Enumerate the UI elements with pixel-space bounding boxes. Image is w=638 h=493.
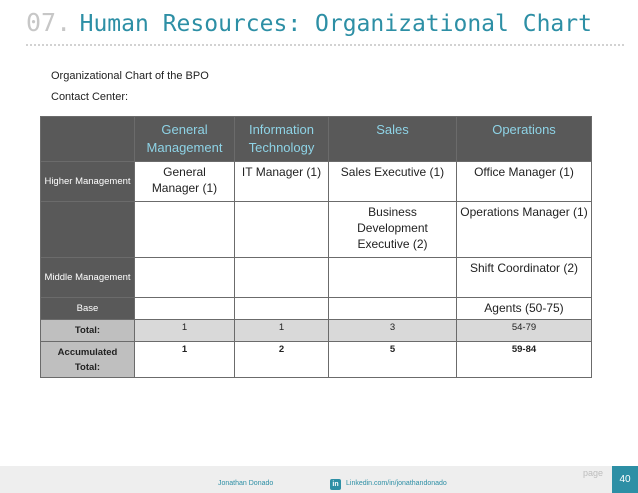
column-header: Operations (456, 116, 592, 162)
row-label: Middle Management (40, 257, 135, 298)
table-cell: Agents (50-75) (456, 297, 592, 320)
total-label: Total: (40, 319, 135, 342)
total-cell: 3 (328, 319, 457, 342)
table-cell: IT Manager (1) (234, 161, 329, 202)
table-cell (234, 257, 329, 298)
table-cell (234, 297, 329, 320)
linkedin-link[interactable]: Linkedin.com/in/jonathandonado (346, 480, 447, 487)
table-cell: Sales Executive (1) (328, 161, 457, 202)
table-cell (328, 257, 457, 298)
table-cell: Business Development Executive (2) (328, 201, 457, 258)
accumulated-cell: 1 (134, 341, 235, 378)
subtitle-line-1: Organizational Chart of the BPO (51, 70, 209, 82)
footer: Jonathan Donado in Linkedin.com/in/jonat… (0, 466, 638, 493)
table-cell (134, 297, 235, 320)
total-cell: 1 (134, 319, 235, 342)
row-label: Higher Management (40, 161, 135, 202)
row-label (40, 201, 135, 258)
table-row: Base Agents (50-75) (40, 297, 592, 320)
accumulated-label: Accumulated Total: (40, 341, 135, 378)
accumulated-cell: 59-84 (456, 341, 592, 378)
table-row: Business Development Executive (2) Opera… (40, 201, 592, 258)
row-label: Base (40, 297, 135, 320)
table-row: Middle Management Shift Coordinator (2) (40, 257, 592, 298)
header-corner (40, 116, 135, 162)
accumulated-row: Accumulated Total: 1 2 5 59-84 (40, 341, 592, 378)
column-header: Sales (328, 116, 457, 162)
table-cell: General Manager (1) (134, 161, 235, 202)
subtitle-line-2: Contact Center: (51, 91, 129, 103)
table-row: Higher Management General Manager (1) IT… (40, 161, 592, 202)
table-header-row: General Management Information Technolog… (40, 116, 592, 162)
table-cell: Office Manager (1) (456, 161, 592, 202)
page-number: 40 (612, 466, 638, 493)
page-title: 07. Human Resources: Organizational Char… (26, 8, 592, 42)
column-header: Information Technology (234, 116, 329, 162)
section-number: 07. (26, 8, 72, 37)
table-cell (234, 201, 329, 258)
table-cell (134, 257, 235, 298)
table-cell: Shift Coordinator (2) (456, 257, 592, 298)
author-name: Jonathan Donado (218, 480, 274, 487)
table-cell: Operations Manager (1) (456, 201, 592, 258)
total-row: Total: 1 1 3 54-79 (40, 319, 592, 342)
column-header: General Management (134, 116, 235, 162)
org-chart-table: General Management Information Technolog… (40, 116, 592, 378)
linkedin-icon: in (330, 479, 341, 490)
accumulated-cell: 2 (234, 341, 329, 378)
table-cell (134, 201, 235, 258)
accumulated-cell: 5 (328, 341, 457, 378)
title-text: Human Resources: Organizational Chart (79, 11, 592, 37)
title-divider (26, 44, 624, 46)
total-cell: 54-79 (456, 319, 592, 342)
total-cell: 1 (234, 319, 329, 342)
subtitle: Organizational Chart of the BPO Contact … (51, 66, 311, 108)
page-label: page (583, 468, 604, 478)
table-cell (328, 297, 457, 320)
